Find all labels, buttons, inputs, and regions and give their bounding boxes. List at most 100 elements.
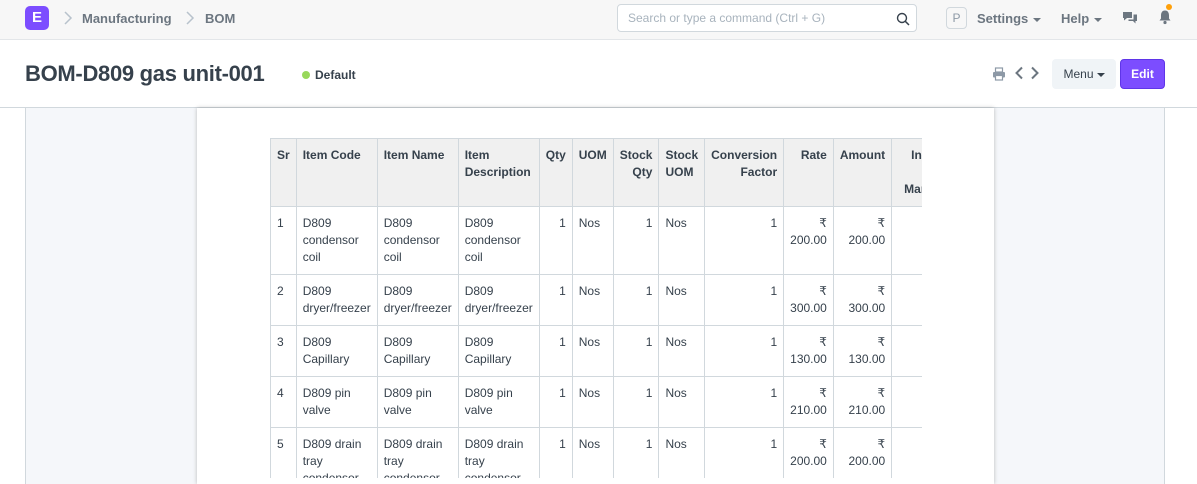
cell-stock-qty: 1: [612, 206, 660, 275]
menu-label: Menu: [1063, 67, 1094, 81]
chevron-right-icon[interactable]: [1030, 66, 1040, 80]
user-avatar[interactable]: P: [946, 7, 967, 29]
bell-icon[interactable]: [1158, 9, 1172, 25]
column-header: Item Name: [376, 138, 459, 207]
cell-stock-uom: Nos: [658, 274, 706, 326]
chevron-right-icon: [63, 10, 73, 26]
column-header: Qty: [538, 138, 573, 207]
cell-description: D809 drain tray condensor: [457, 427, 540, 478]
chat-icon[interactable]: [1122, 11, 1138, 25]
breadcrumb-bom[interactable]: BOM: [205, 11, 235, 26]
cell-rate: ₹ 130.00: [783, 325, 834, 377]
column-header: Amount: [832, 138, 893, 207]
print-preview-area: Sr Item Code Item Name Item Description …: [25, 108, 1165, 484]
cell-qty: 1: [538, 274, 573, 326]
cell-description: D809 condensor coil: [457, 206, 540, 275]
caret-down-icon: [1094, 17, 1103, 22]
notification-dot: [1166, 4, 1172, 10]
column-header: Conversion Factor: [704, 138, 785, 207]
cell-amount: ₹ 130.00: [832, 325, 893, 377]
column-header: Item Code: [295, 138, 378, 207]
cell-amount: ₹ 300.00: [832, 274, 893, 326]
cell-description: D809 dryer/freezer: [457, 274, 540, 326]
cell-truncated: [891, 427, 922, 478]
status-dot: [302, 71, 310, 79]
help-menu[interactable]: Help: [1061, 11, 1103, 26]
cell-conversion-factor: 1: [704, 206, 785, 275]
cell-rate: ₹ 300.00: [783, 274, 834, 326]
cell-truncated: [891, 376, 922, 428]
column-header: Item Description: [457, 138, 540, 207]
settings-menu[interactable]: Settings: [977, 11, 1042, 26]
column-header: Rate: [783, 138, 834, 207]
cell-uom: Nos: [571, 427, 614, 478]
cell-item-name: D809 pin valve: [376, 376, 459, 428]
chevron-right-icon: [185, 10, 195, 26]
help-label: Help: [1061, 11, 1090, 26]
cell-item-name: D809 Capillary: [376, 325, 459, 377]
cell-conversion-factor: 1: [704, 274, 785, 326]
cell-qty: 1: [538, 427, 573, 478]
cell-sr: 3: [270, 325, 297, 377]
cell-rate: ₹ 200.00: [783, 427, 834, 478]
column-header: Sr: [270, 138, 297, 207]
table-row: 1 D809 condensor coil D809 condensor coi…: [270, 206, 922, 275]
cell-qty: 1: [538, 325, 573, 377]
column-header: UOM: [571, 138, 614, 207]
page-title: BOM-D809 gas unit-001: [25, 61, 265, 86]
cell-stock-qty: 1: [612, 274, 660, 326]
table-row: 4 D809 pin valve D809 pin valve D809 pin…: [270, 376, 922, 428]
cell-amount: ₹ 200.00: [832, 427, 893, 478]
cell-uom: Nos: [571, 274, 614, 326]
items-table-container[interactable]: Sr Item Code Item Name Item Description …: [270, 138, 922, 478]
status-text: Default: [315, 68, 356, 82]
cell-truncated: [891, 274, 922, 326]
cell-sr: 4: [270, 376, 297, 428]
table-body: 1 D809 condensor coil D809 condensor coi…: [270, 206, 922, 478]
caret-down-icon: [1096, 72, 1105, 77]
cell-rate: ₹ 210.00: [783, 376, 834, 428]
cell-stock-uom: Nos: [658, 206, 706, 275]
search-input[interactable]: [628, 11, 888, 25]
cell-item-code: D809 drain tray condensor: [295, 427, 378, 478]
cell-uom: Nos: [571, 376, 614, 428]
cell-stock-uom: Nos: [658, 376, 706, 428]
search-icon[interactable]: [896, 12, 910, 26]
cell-stock-uom: Nos: [658, 325, 706, 377]
column-header: Stock UOM: [658, 138, 706, 207]
print-icon[interactable]: [992, 67, 1006, 81]
cell-uom: Nos: [571, 206, 614, 275]
cell-rate: ₹ 200.00: [783, 206, 834, 275]
navbar: E Manufacturing BOM P Settings Help: [0, 0, 1197, 40]
menu-button[interactable]: Menu: [1052, 59, 1116, 89]
awesome-bar: [617, 4, 917, 32]
column-header-part: In: [911, 148, 922, 162]
cell-amount: ₹ 200.00: [832, 206, 893, 275]
table-row: 3 D809 Capillary D809 Capillary D809 Cap…: [270, 325, 922, 377]
cell-uom: Nos: [571, 325, 614, 377]
cell-stock-qty: 1: [612, 376, 660, 428]
edit-button[interactable]: Edit: [1120, 59, 1165, 89]
cell-item-name: D809 drain tray condensor: [376, 427, 459, 478]
table-row: 5 D809 drain tray condensor D809 drain t…: [270, 427, 922, 478]
cell-truncated: [891, 325, 922, 377]
caret-down-icon: [1033, 17, 1042, 22]
cell-sr: 5: [270, 427, 297, 478]
cell-item-code: D809 Capillary: [295, 325, 378, 377]
chevron-left-icon[interactable]: [1014, 66, 1024, 80]
column-header: Stock Qty: [612, 138, 660, 207]
cell-item-name: D809 condensor coil: [376, 206, 459, 275]
column-header-part: Man: [904, 182, 922, 196]
print-sheet: Sr Item Code Item Name Item Description …: [197, 108, 994, 484]
cell-amount: ₹ 210.00: [832, 376, 893, 428]
page-head: BOM-D809 gas unit-001 Default Menu Edit: [0, 40, 1197, 108]
app-logo[interactable]: E: [25, 6, 49, 30]
breadcrumb-manufacturing[interactable]: Manufacturing: [82, 11, 172, 26]
cell-qty: 1: [538, 376, 573, 428]
cell-qty: 1: [538, 206, 573, 275]
cell-sr: 2: [270, 274, 297, 326]
cell-description: D809 Capillary: [457, 325, 540, 377]
cell-stock-qty: 1: [612, 325, 660, 377]
settings-label: Settings: [977, 11, 1029, 26]
status-badge: Default: [302, 68, 356, 82]
